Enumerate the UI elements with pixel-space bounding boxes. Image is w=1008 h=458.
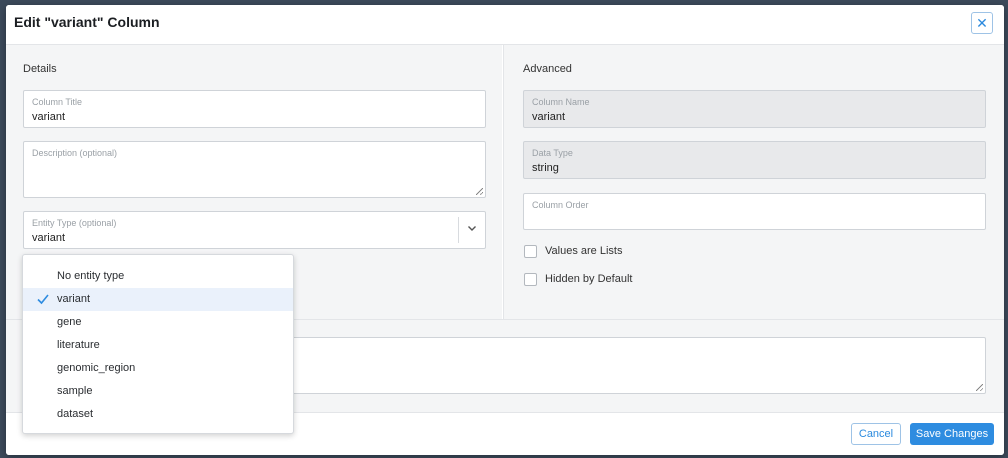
- entity-type-select[interactable]: Entity Type (optional) variant: [23, 211, 486, 249]
- cancel-button[interactable]: Cancel: [851, 423, 901, 445]
- resize-handle-icon[interactable]: [976, 384, 983, 391]
- column-name-value: variant: [532, 111, 566, 123]
- column-name-field: Column Name variant: [523, 90, 986, 128]
- dropdown-option-sample[interactable]: sample: [23, 380, 293, 403]
- column-name-label: Column Name: [532, 97, 590, 107]
- column-order-label: Column Order: [532, 200, 589, 210]
- save-changes-button[interactable]: Save Changes: [910, 423, 994, 445]
- chevron-down-icon[interactable]: [465, 221, 479, 235]
- dropdown-option-variant[interactable]: variant: [23, 288, 293, 311]
- dropdown-option-literature[interactable]: literature: [23, 334, 293, 357]
- checkmark-icon: [37, 294, 49, 305]
- values-are-lists-checkbox[interactable]: [524, 245, 537, 258]
- column-title-value: variant: [32, 111, 66, 123]
- hidden-by-default-checkbox[interactable]: [524, 273, 537, 286]
- close-icon: ✕: [976, 15, 988, 31]
- entity-type-dropdown-menu: No entity type variant gene literature g…: [22, 254, 294, 434]
- advanced-panel: Advanced Column Name variant Data Type s…: [503, 45, 1004, 319]
- data-type-value: string: [532, 162, 559, 174]
- select-divider: [458, 217, 459, 243]
- option-label: variant: [57, 293, 91, 305]
- option-label: No entity type: [57, 270, 125, 282]
- description-textarea[interactable]: Description (optional): [23, 141, 486, 198]
- column-title-field[interactable]: Column Title variant: [23, 90, 486, 128]
- resize-handle-icon[interactable]: [476, 188, 483, 195]
- dropdown-option-dataset[interactable]: dataset: [23, 403, 293, 426]
- advanced-section-title: Advanced: [523, 63, 572, 75]
- details-section-title: Details: [23, 63, 57, 75]
- values-are-lists-label[interactable]: Values are Lists: [545, 245, 622, 257]
- dialog-title: Edit "variant" Column: [14, 14, 160, 30]
- dropdown-option-genomic-region[interactable]: genomic_region: [23, 357, 293, 380]
- data-type-field: Data Type string: [523, 141, 986, 179]
- option-label: genomic_region: [57, 362, 136, 374]
- column-title-label: Column Title: [32, 97, 83, 107]
- dialog-header: Edit "variant" Column ✕: [6, 5, 1004, 45]
- dropdown-option-gene[interactable]: gene: [23, 311, 293, 334]
- option-label: literature: [57, 339, 100, 351]
- hidden-by-default-label[interactable]: Hidden by Default: [545, 273, 632, 285]
- entity-type-value: variant: [32, 232, 66, 244]
- dropdown-option-no-entity-type[interactable]: No entity type: [23, 265, 293, 288]
- option-label: dataset: [57, 408, 94, 420]
- option-label: sample: [57, 385, 93, 397]
- data-type-label: Data Type: [532, 148, 573, 158]
- entity-type-label: Entity Type (optional): [32, 218, 117, 228]
- description-label: Description (optional): [32, 148, 118, 158]
- option-label: gene: [57, 316, 82, 328]
- column-order-field[interactable]: Column Order: [523, 193, 986, 230]
- close-button[interactable]: ✕: [971, 12, 993, 34]
